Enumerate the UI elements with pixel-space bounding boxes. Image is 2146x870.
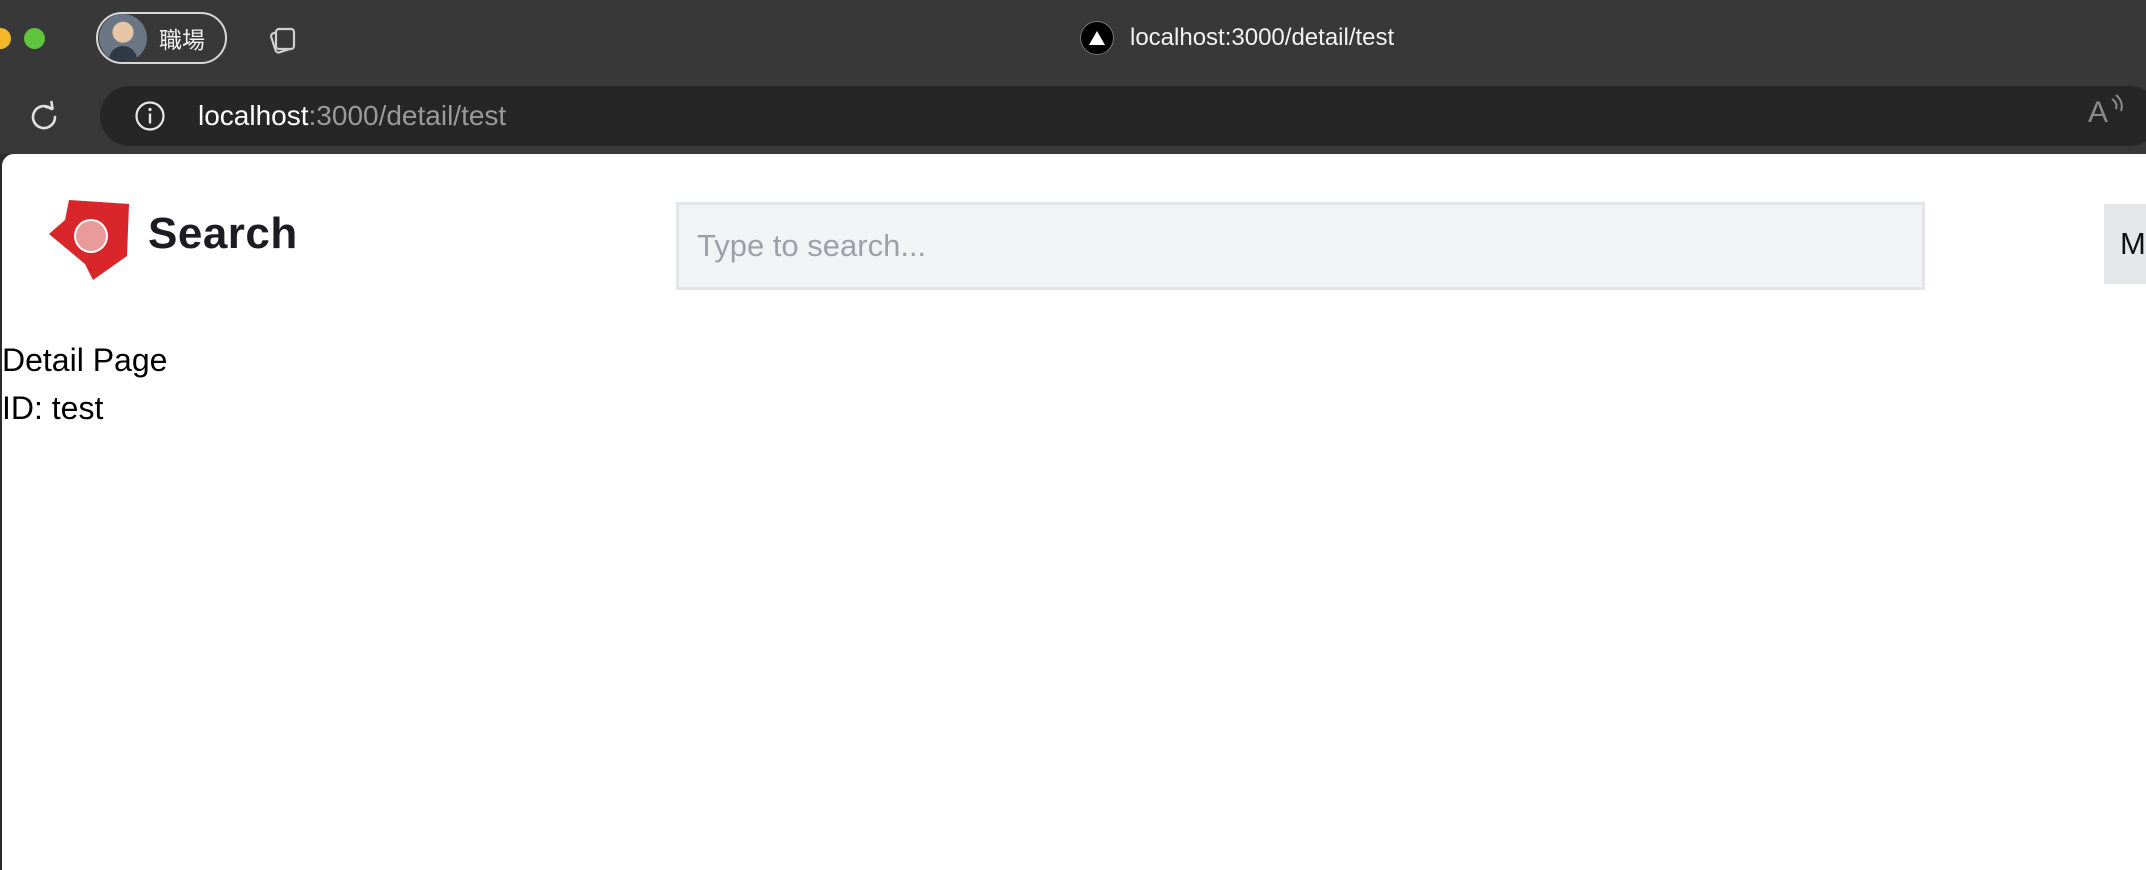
app-logo-icon[interactable] <box>49 200 131 280</box>
minimize-window-button[interactable] <box>0 28 11 49</box>
search-input[interactable] <box>676 202 1925 290</box>
detail-id-label: ID: <box>2 390 43 426</box>
page-title: Detail Page <box>2 342 168 378</box>
menu-button[interactable]: M <box>2104 204 2146 284</box>
detail-id-value: test <box>51 390 104 426</box>
svg-text:A: A <box>2088 96 2108 127</box>
avatar <box>99 14 147 62</box>
active-tab[interactable]: localhost:3000/detail/test <box>1080 20 1394 56</box>
favicon-triangle-icon <box>1080 21 1114 55</box>
browser-title-bar: 職場 localhost:3000/detail/test <box>0 0 2146 78</box>
browser-toolbar: localhost:3000/detail/test A <box>0 78 2146 154</box>
read-aloud-icon[interactable]: A <box>2086 93 2126 127</box>
app-title: Search <box>148 209 298 258</box>
url-path: :3000/detail/test <box>308 100 507 131</box>
page-viewport: Search M Detail Page ID: test <box>2 154 2146 870</box>
url-text[interactable]: localhost:3000/detail/test <box>198 100 506 132</box>
reload-icon[interactable] <box>24 97 64 137</box>
url-host: localhost <box>198 100 309 131</box>
detail-id: ID: test <box>2 390 103 427</box>
info-icon[interactable] <box>134 100 166 132</box>
address-bar[interactable]: localhost:3000/detail/test <box>100 86 2146 146</box>
profile-button[interactable]: 職場 <box>96 12 227 64</box>
profile-name: 職場 <box>159 27 205 53</box>
maximize-window-button[interactable] <box>24 28 45 49</box>
tab-title-text: localhost:3000/detail/test <box>1130 24 1395 51</box>
tabs-icon[interactable] <box>264 20 300 56</box>
